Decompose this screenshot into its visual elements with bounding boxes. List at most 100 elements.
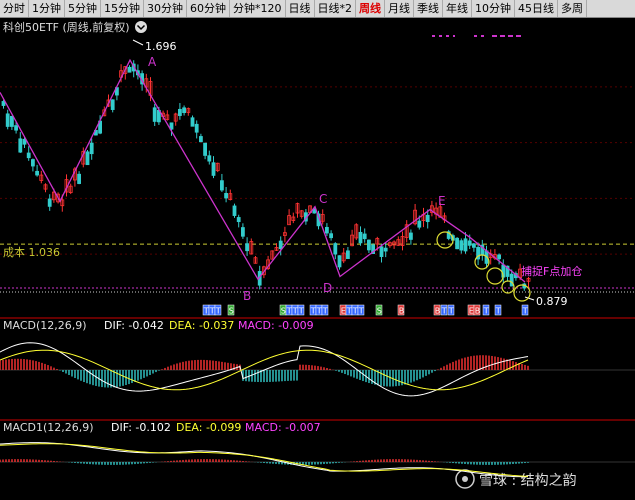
period-tab-15[interactable]: 多周 — [558, 0, 587, 17]
candle-body — [240, 227, 245, 237]
signal-marker-label: T — [203, 307, 209, 316]
macd1-panel — [0, 442, 635, 478]
macd-dea-value: DEA: -0.037 — [169, 319, 234, 332]
candle-body — [47, 198, 52, 207]
signal-marker-label: E — [469, 307, 474, 316]
period-tab-8[interactable]: 日线*2 — [315, 0, 356, 17]
signal-marker-label: E — [341, 307, 346, 316]
candle-body — [5, 113, 10, 127]
candle-body — [245, 243, 250, 252]
wave-label-E: E — [438, 194, 446, 208]
candle-body — [77, 173, 81, 184]
wave-label-A: A — [148, 55, 157, 69]
candle-body — [379, 246, 384, 257]
signal-marker-label: T — [316, 307, 322, 316]
chart-title: 科创50ETF (周线,前复权) — [3, 20, 130, 34]
candle-body — [26, 152, 31, 159]
signal-marker-label: T — [215, 307, 221, 316]
macd1-dif-value: DIF: -0.102 — [111, 421, 171, 434]
candle-body — [329, 233, 334, 239]
signal-marker-label: T — [448, 307, 454, 316]
candle-body — [471, 243, 476, 248]
candle-body — [337, 255, 342, 268]
signal-marker-label: T — [522, 307, 528, 316]
signal-marker-label: T — [441, 307, 447, 316]
period-tab-1[interactable]: 1分钟 — [29, 0, 65, 17]
period-tab-2[interactable]: 5分钟 — [65, 0, 101, 17]
candle-body — [207, 155, 212, 162]
period-tab-3[interactable]: 15分钟 — [101, 0, 144, 17]
macd1-dif-line — [0, 442, 529, 478]
period-tab-10[interactable]: 月线 — [385, 0, 414, 17]
candle-body — [110, 99, 115, 110]
candle-body — [127, 66, 132, 73]
high-label: 1.696 — [145, 40, 177, 53]
signal-marker-label: S — [229, 307, 234, 316]
signal-marker-label: T — [352, 307, 358, 316]
candle-body — [417, 220, 422, 228]
macd-dif-line — [0, 342, 529, 397]
highlight-circle — [513, 284, 531, 302]
period-tab-12[interactable]: 年线 — [443, 0, 472, 17]
candle-body — [190, 117, 195, 127]
candle-body — [459, 240, 464, 251]
highlight-circle — [501, 280, 515, 294]
candle-body — [1, 101, 6, 106]
candle-body — [224, 193, 229, 199]
wave-label-C: C — [319, 192, 327, 206]
candle-body — [345, 250, 350, 259]
low-label: 0.879 — [536, 295, 568, 308]
signal-marker-label: T — [346, 307, 352, 316]
period-tab-6[interactable]: 分钟*120 — [230, 0, 286, 17]
candle-body — [408, 232, 413, 240]
signal-marker-label: T — [286, 307, 292, 316]
candle-body — [14, 125, 19, 131]
signal-marker-label: B — [399, 307, 405, 316]
macd-histogram-value: MACD: -0.009 — [238, 319, 314, 332]
macd1-dea-value: DEA: -0.099 — [176, 421, 241, 434]
candle-body — [324, 226, 329, 234]
candle-body — [18, 138, 23, 153]
macd-title: MACD(12,26,9) — [3, 319, 87, 332]
candle-body — [9, 115, 14, 127]
candle-body — [203, 142, 208, 156]
period-tab-9[interactable]: 周线 — [356, 0, 385, 17]
candle-body — [219, 180, 224, 191]
signal-marker-label: B — [435, 307, 441, 316]
period-tab-11[interactable]: 季线 — [414, 0, 443, 17]
candle-body — [362, 233, 367, 240]
macd-panel — [0, 342, 635, 397]
highlight-circle — [486, 267, 504, 285]
macd1-header: MACD1(12,26,9) DIF: -0.102 DEA: -0.099 M… — [3, 421, 321, 434]
macd-dif-value: DIF: -0.042 — [104, 319, 164, 332]
candle-body — [455, 237, 460, 250]
period-tab-4[interactable]: 30分钟 — [144, 0, 187, 17]
signal-marker-label: S — [377, 307, 382, 316]
cost-label: 成本 1.036 — [3, 245, 60, 259]
title-dropdown-icon[interactable] — [135, 21, 147, 33]
period-tab-13[interactable]: 10分钟 — [472, 0, 515, 17]
period-tab-5[interactable]: 60分钟 — [187, 0, 230, 17]
period-tab-14[interactable]: 45日线 — [515, 0, 558, 17]
candle-body — [497, 254, 502, 260]
signal-marker-label: T — [322, 307, 328, 316]
candle-body — [152, 107, 157, 122]
candle-body — [35, 170, 39, 176]
candle-body — [236, 217, 241, 223]
candles — [1, 60, 531, 291]
period-tab-0[interactable]: 分时 — [0, 0, 29, 17]
candle-body — [383, 247, 388, 252]
highlight-circle — [436, 231, 454, 249]
wave-label-D: D — [323, 281, 332, 295]
signal-marker-label: T — [483, 307, 489, 316]
macd1-histogram-value: MACD: -0.007 — [245, 421, 321, 434]
period-tab-7[interactable]: 日线 — [286, 0, 315, 17]
candle-body — [89, 142, 94, 155]
macd1-dea-line — [0, 443, 529, 477]
candle-body — [366, 239, 371, 251]
candle-body — [211, 162, 216, 176]
signal-marker-label: S — [281, 307, 286, 316]
candle-body — [194, 123, 199, 133]
candle-body — [182, 107, 187, 114]
candle-body — [425, 214, 430, 223]
